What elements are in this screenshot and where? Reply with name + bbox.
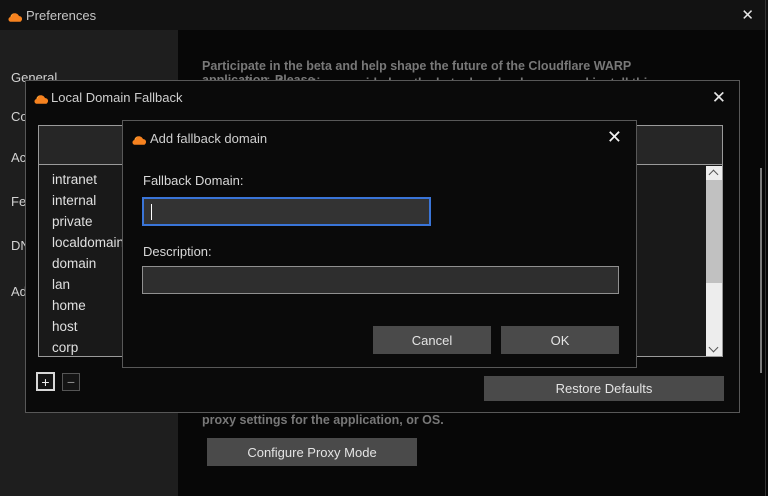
- add-fallback-domain-dialog: Add fallback domain ✕ Fallback Domain: D…: [122, 120, 637, 368]
- preferences-window: Preferences ✕ GeneralConnectionAccountFe…: [0, 0, 768, 496]
- cloudflare-logo-icon: [34, 92, 49, 110]
- add-domain-button[interactable]: +: [36, 372, 55, 391]
- remove-domain-button[interactable]: −: [62, 373, 80, 391]
- dialog-close-icon[interactable]: ✕: [712, 89, 726, 106]
- dialog-title: Local Domain Fallback: [51, 90, 183, 105]
- dialog-close-icon[interactable]: ✕: [607, 128, 622, 146]
- window-close-icon[interactable]: ✕: [741, 8, 754, 23]
- description-label: Description:: [143, 244, 212, 259]
- window-right-edge: [765, 0, 766, 496]
- scroll-down-icon[interactable]: [708, 342, 719, 353]
- proxy-description: proxy settings for the application, or O…: [202, 413, 444, 427]
- configure-proxy-mode-button[interactable]: Configure Proxy Mode: [207, 438, 417, 466]
- domain-list-scrollbar[interactable]: [706, 166, 722, 356]
- main-scrollbar[interactable]: [760, 168, 762, 373]
- description-input[interactable]: [142, 266, 619, 294]
- text-caret: [151, 204, 152, 220]
- fallback-domain-input[interactable]: [142, 197, 431, 226]
- restore-defaults-button[interactable]: Restore Defaults: [484, 376, 724, 401]
- scroll-up-icon[interactable]: [708, 169, 719, 180]
- window-title: Preferences: [26, 8, 97, 23]
- title-bar: Preferences ✕: [0, 0, 768, 30]
- cloudflare-logo-icon: [8, 10, 23, 28]
- cancel-button[interactable]: Cancel: [373, 326, 491, 354]
- scrollbar-thumb[interactable]: [706, 180, 722, 283]
- ok-button[interactable]: OK: [501, 326, 619, 354]
- cloudflare-logo-icon: [132, 133, 147, 151]
- fallback-domain-label: Fallback Domain:: [143, 173, 244, 188]
- dialog-title: Add fallback domain: [150, 131, 268, 146]
